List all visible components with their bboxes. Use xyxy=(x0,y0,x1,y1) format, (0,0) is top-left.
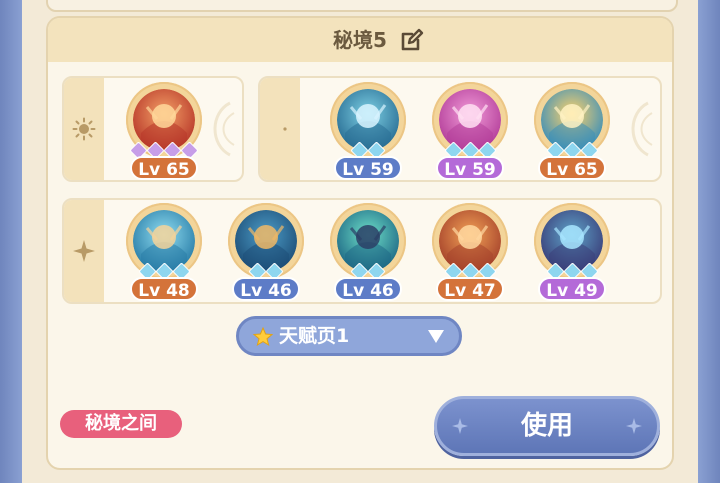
hero-level-badge: Lv 65 xyxy=(130,156,198,180)
hero-star-rank xyxy=(530,262,614,281)
hero-level-badge: Lv 49 xyxy=(538,277,606,301)
right-frame-border xyxy=(698,0,720,483)
hero-level-badge: Lv 65 xyxy=(538,156,606,180)
previous-card-edge xyxy=(46,0,678,12)
use-button[interactable]: 使用 xyxy=(434,396,660,456)
triangle-down-icon xyxy=(428,330,444,343)
hero-star-rank xyxy=(428,262,512,281)
hero-slot[interactable]: Lv 47 xyxy=(428,203,512,307)
hero-slot[interactable]: Lv 46 xyxy=(326,203,410,307)
hero-slot[interactable]: Lv 49 xyxy=(530,203,614,307)
left-frame-border xyxy=(0,0,22,483)
talent-page-label: 天赋页1 xyxy=(279,325,350,347)
hero-slot[interactable]: Lv 65 xyxy=(530,82,614,186)
hero-level-badge: Lv 59 xyxy=(334,156,402,180)
moon-icon xyxy=(273,120,287,138)
row-tab-moon xyxy=(260,78,300,180)
row-tab-sparkle xyxy=(64,200,104,302)
hero-star-rank xyxy=(530,141,614,160)
realm-space-badge[interactable]: 秘境之间 xyxy=(60,410,182,438)
hero-star-rank xyxy=(224,262,308,281)
hero-level-badge: Lv 46 xyxy=(334,277,402,301)
hero-slot[interactable]: Lv 48 xyxy=(122,203,206,307)
hero-level-badge: Lv 47 xyxy=(436,277,504,301)
hero-star-rank xyxy=(122,141,206,160)
hero-star-rank xyxy=(326,141,410,160)
hero-level-badge: Lv 46 xyxy=(232,277,300,301)
sparkle-icon xyxy=(626,418,642,434)
hero-level-badge: Lv 59 xyxy=(436,156,504,180)
hero-slot[interactable]: Lv 65 xyxy=(122,82,206,186)
use-button-label: 使用 xyxy=(520,411,573,441)
star-icon xyxy=(253,327,273,347)
edit-icon[interactable] xyxy=(398,28,424,54)
row-ornament xyxy=(631,101,653,157)
sun-icon xyxy=(72,117,96,141)
talent-page-dropdown[interactable]: 天赋页1 xyxy=(236,316,462,356)
hero-star-rank xyxy=(428,141,512,160)
row-tab-sun xyxy=(64,78,104,180)
hero-slot[interactable]: Lv 59 xyxy=(326,82,410,186)
hero-slot[interactable]: Lv 59 xyxy=(428,82,512,186)
hero-star-rank xyxy=(326,262,410,281)
realm-title: 秘境5 xyxy=(333,28,387,52)
hero-level-badge: Lv 48 xyxy=(130,277,198,301)
hero-slot[interactable]: Lv 46 xyxy=(224,203,308,307)
sparkle-icon xyxy=(73,240,95,262)
hero-star-rank xyxy=(122,262,206,281)
